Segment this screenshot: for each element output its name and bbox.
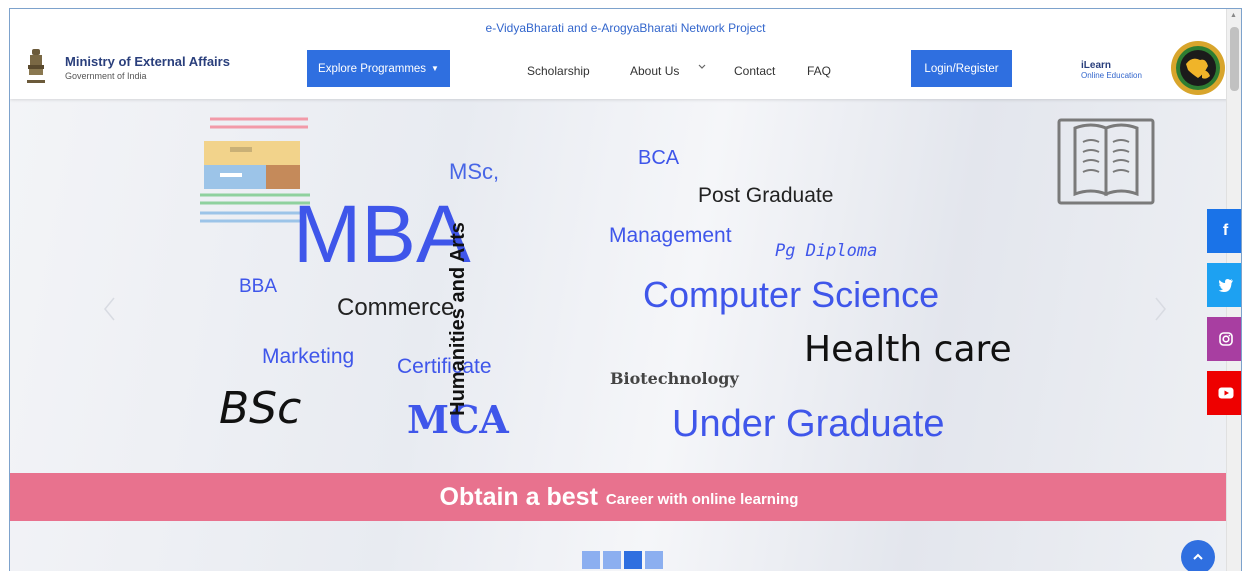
- instagram-button[interactable]: [1207, 317, 1241, 361]
- project-title: e-VidyaBharati and e-ArogyaBharati Netwo…: [485, 21, 766, 35]
- word-marketing: Marketing: [262, 345, 355, 368]
- word-biotechnology: Biotechnology: [610, 369, 739, 388]
- chevron-up-icon: [1193, 553, 1203, 560]
- youtube-icon: [1218, 387, 1233, 399]
- nav-scholarship[interactable]: Scholarship: [527, 64, 590, 78]
- word-under-graduate: Under Graduate: [672, 403, 945, 445]
- word-certificate: Certificate: [397, 355, 492, 378]
- word-bca: BCA: [638, 147, 680, 169]
- word-computer-science: Computer Science: [643, 274, 940, 315]
- globe-logo-icon: [1171, 41, 1225, 95]
- career-banner: Obtain a best Career with online learnin…: [10, 473, 1228, 521]
- word-humanities-text: Humanities and Arts: [447, 222, 469, 416]
- nav-about-us[interactable]: About Us: [630, 64, 679, 78]
- word-mba: MBA: [293, 189, 471, 280]
- carousel-indicator-1[interactable]: [582, 551, 600, 569]
- facebook-button[interactable]: f: [1207, 209, 1241, 253]
- open-book-icon: [1057, 118, 1155, 205]
- word-pg-diploma: Pg Diploma: [775, 241, 878, 261]
- hero-carousel: MSc, MBA BBA Commerce Marketing Certific…: [10, 99, 1228, 571]
- banner-headline: Obtain a best: [439, 482, 598, 511]
- banner-tagline: Career with online learning: [605, 490, 799, 508]
- carousel-next-icon[interactable]: [1150, 294, 1170, 324]
- word-health-care: Health care: [804, 329, 1012, 370]
- browser-viewport: e-VidyaBharati and e-ArogyaBharati Netwo…: [9, 8, 1242, 571]
- facebook-icon: f: [1222, 222, 1229, 239]
- ilearn-subtitle: Online Education: [1081, 71, 1142, 80]
- scroll-up-icon[interactable]: ▲: [1230, 12, 1237, 19]
- twitter-button[interactable]: [1207, 263, 1241, 307]
- brand-subtitle: Government of India: [65, 71, 147, 81]
- carousel-indicator-3[interactable]: [624, 551, 642, 569]
- back-to-top-button[interactable]: [1181, 540, 1215, 571]
- word-msc: MSc,: [449, 159, 500, 184]
- chevron-down-icon[interactable]: [697, 62, 707, 72]
- explore-programmes-label: Explore Programmes: [318, 62, 427, 75]
- twitter-icon: [1218, 279, 1233, 292]
- national-emblem-icon: [27, 49, 45, 83]
- word-commerce: Commerce: [337, 294, 455, 321]
- ilearn-title[interactable]: iLearn: [1081, 60, 1111, 71]
- nav-faq[interactable]: FAQ: [807, 64, 831, 78]
- nav-contact[interactable]: Contact: [734, 64, 775, 78]
- site-header: e-VidyaBharati and e-ArogyaBharati Netwo…: [10, 9, 1241, 99]
- login-register-button[interactable]: Login/Register: [911, 50, 1012, 87]
- word-bsc: BSc: [219, 383, 302, 434]
- word-post-graduate: Post Graduate: [698, 184, 834, 207]
- carousel-indicator-2[interactable]: [603, 551, 621, 569]
- caret-down-icon: ▼: [431, 64, 439, 73]
- brand-title[interactable]: Ministry of External Affairs: [65, 54, 230, 69]
- carousel-indicator-4[interactable]: [645, 551, 663, 569]
- word-bba: BBA: [239, 276, 278, 297]
- instagram-icon: [1218, 332, 1233, 346]
- word-management: Management: [609, 224, 732, 247]
- explore-programmes-button[interactable]: Explore Programmes ▼: [307, 50, 450, 87]
- carousel-prev-icon[interactable]: [100, 294, 120, 324]
- youtube-button[interactable]: [1207, 371, 1241, 415]
- carousel-indicators: [582, 551, 663, 569]
- scrollbar-thumb[interactable]: [1230, 27, 1239, 91]
